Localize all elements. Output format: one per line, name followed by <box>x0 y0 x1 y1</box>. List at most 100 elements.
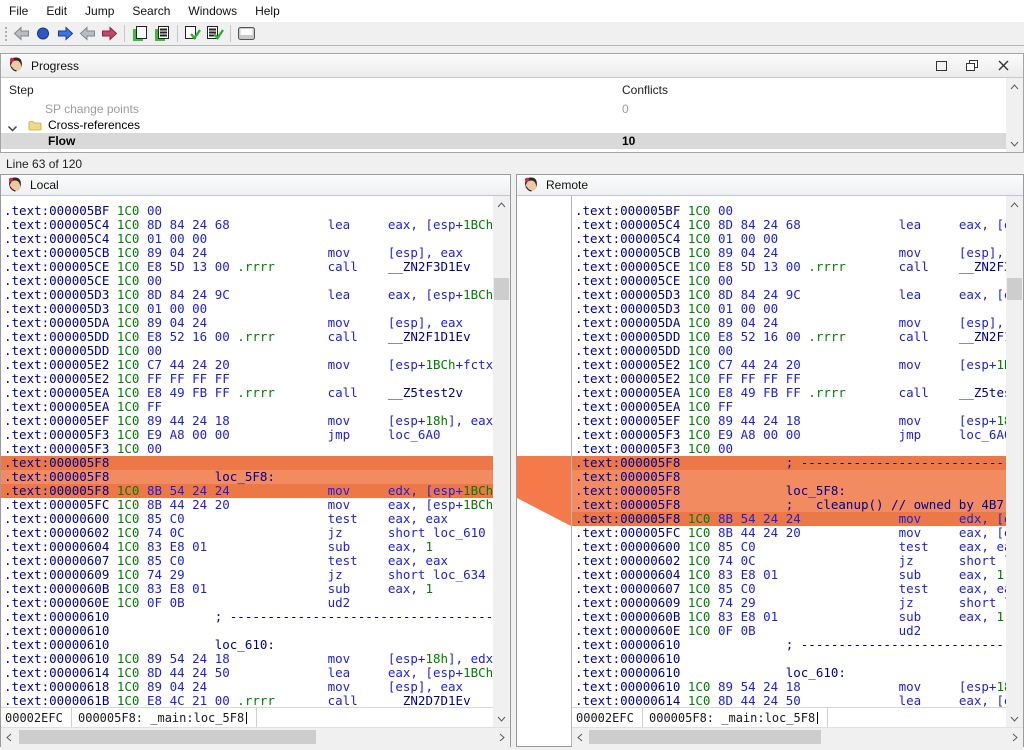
scroll-down-icon[interactable] <box>1006 711 1023 726</box>
menu-help[interactable]: Help <box>246 1 289 21</box>
menu-jump[interactable]: Jump <box>76 1 123 21</box>
forward-arrow-icon[interactable] <box>54 24 76 44</box>
progress-scrollbar[interactable] <box>1006 78 1023 152</box>
asm-line[interactable]: .text:000005EA 1C0 E8 49 FB FF .rrrr cal… <box>1 386 493 400</box>
asm-line[interactable]: .text:000005D3 1C0 01 00 00 <box>1 302 493 316</box>
asm-line[interactable]: .text:000005FC 1C0 8B 44 24 20 mov eax, … <box>1 498 493 512</box>
scroll-up-icon[interactable] <box>1006 79 1023 94</box>
scrollbar-thumb[interactable] <box>19 730 316 744</box>
asm-line[interactable]: .text:000005D3 1C0 01 00 00 <box>572 302 1006 316</box>
apply-all-icon[interactable] <box>204 24 226 44</box>
asm-line[interactable]: .text:0000060E 1C0 0F 0B ud2 <box>572 624 1006 638</box>
asm-line[interactable]: .text:000005CE 1C0 00 <box>572 274 1006 288</box>
remote-disassembly-listing[interactable]: .text:000005BF 1C0 00.text:000005C4 1C0 … <box>572 196 1006 715</box>
asm-line[interactable]: .text:00000610 ; -----------------------… <box>1 610 493 624</box>
asm-line[interactable]: .text:000005C4 1C0 01 00 00 <box>1 232 493 246</box>
asm-line[interactable]: .text:00000600 1C0 85 C0 test eax, eax <box>1 512 493 526</box>
asm-line[interactable]: .text:000005DD 1C0 E8 52 16 00 .rrrr cal… <box>572 330 1006 344</box>
asm-line[interactable]: .text:000005F3 1C0 00 <box>572 442 1006 456</box>
asm-line[interactable]: .text:000005D3 1C0 8D 84 24 9C lea eax, … <box>572 288 1006 302</box>
asm-line[interactable]: .text:000005EA 1C0 FF <box>572 400 1006 414</box>
remote-titlebar[interactable]: Remote <box>517 175 1023 196</box>
scroll-right-icon[interactable] <box>1007 728 1023 746</box>
asm-line[interactable]: .text:000005F8 <box>572 470 1006 484</box>
local-vertical-scrollbar[interactable] <box>493 196 510 727</box>
asm-line[interactable]: .text:0000060E 1C0 0F 0B ud2 <box>1 596 493 610</box>
asm-line[interactable]: .text:000005CE 1C0 E8 5D 13 00 .rrrr cal… <box>572 260 1006 274</box>
asm-line[interactable]: .text:000005DA 1C0 89 04 24 mov [esp], e… <box>1 316 493 330</box>
asm-line[interactable]: .text:00000609 1C0 74 29 jz short loc_63… <box>572 596 1006 610</box>
asm-line[interactable]: .text:00000614 1C0 8D 44 24 50 lea eax, … <box>572 694 1006 708</box>
previous-difference-icon[interactable] <box>76 24 98 44</box>
asm-line[interactable]: .text:000005E2 1C0 FF FF FF FF <box>1 372 493 386</box>
next-difference-icon[interactable] <box>98 24 120 44</box>
scroll-up-icon[interactable] <box>493 197 510 212</box>
scroll-left-icon[interactable] <box>1 728 17 746</box>
close-button[interactable] <box>996 59 1010 73</box>
asm-line[interactable]: .text:00000607 1C0 85 C0 test eax, eax <box>1 554 493 568</box>
progress-row-flow[interactable]: Flow10 <box>1 133 1006 149</box>
display-view-icon[interactable] <box>235 24 257 44</box>
asm-line[interactable]: .text:00000610 ; -----------------------… <box>572 638 1006 652</box>
remote-vertical-scrollbar[interactable] <box>1006 196 1023 727</box>
asm-line[interactable]: .text:00000604 1C0 83 E8 01 sub eax, 1 <box>1 540 493 554</box>
asm-line[interactable]: .text:00000610 <box>1 624 493 638</box>
local-titlebar[interactable]: Local <box>1 175 510 196</box>
scrollbar-thumb[interactable] <box>589 730 821 744</box>
scrollbar-thumb[interactable] <box>1007 278 1022 300</box>
asm-line[interactable]: .text:000005FC 1C0 8B 44 24 20 mov eax, … <box>572 526 1006 540</box>
copy-all-icon[interactable] <box>151 24 173 44</box>
progress-row-sp-change-points[interactable]: SP change points0 <box>1 101 1023 117</box>
asm-line[interactable]: .text:000005EF 1C0 89 44 24 18 mov [esp+… <box>1 414 493 428</box>
asm-line[interactable]: .text:000005DA 1C0 89 04 24 mov [esp], e… <box>572 316 1006 330</box>
asm-line[interactable]: .text:00000610 loc_610: <box>572 666 1006 680</box>
asm-line[interactable]: .text:000005F8 ; -----------------------… <box>572 456 1006 470</box>
restore-button[interactable] <box>965 59 979 73</box>
asm-line[interactable]: .text:000005C4 1C0 8D 84 24 68 lea eax, … <box>1 218 493 232</box>
asm-line[interactable]: .text:00000609 1C0 74 29 jz short loc_63… <box>1 568 493 582</box>
asm-line[interactable]: .text:000005DD 1C0 00 <box>1 344 493 358</box>
maximize-button[interactable] <box>934 59 948 73</box>
asm-line[interactable]: .text:000005D3 1C0 8D 84 24 9C lea eax, … <box>1 288 493 302</box>
asm-line[interactable]: .text:000005E2 1C0 C7 44 24 20 mov [esp+… <box>1 358 493 372</box>
asm-line[interactable]: .text:000005EA 1C0 FF <box>1 400 493 414</box>
asm-line[interactable]: .text:00000607 1C0 85 C0 test eax, eax <box>572 582 1006 596</box>
asm-line[interactable]: .text:00000610 <box>572 652 1006 666</box>
asm-line[interactable]: .text:000005BF 1C0 00 <box>572 204 1006 218</box>
asm-line[interactable]: .text:00000610 1C0 89 54 24 18 mov [esp+… <box>1 652 493 666</box>
asm-line[interactable]: .text:00000600 1C0 85 C0 test eax, eax <box>572 540 1006 554</box>
asm-line[interactable]: .text:000005CE 1C0 E8 5D 13 00 .rrrr cal… <box>1 260 493 274</box>
asm-line[interactable]: .text:00000602 1C0 74 0C jz short loc_61… <box>572 554 1006 568</box>
asm-line[interactable]: .text:0000060B 1C0 83 E8 01 sub eax, 1 <box>1 582 493 596</box>
asm-line[interactable]: .text:00000604 1C0 83 E8 01 sub eax, 1 <box>572 568 1006 582</box>
asm-line[interactable]: .text:000005F3 1C0 00 <box>1 442 493 456</box>
menu-search[interactable]: Search <box>123 1 179 21</box>
asm-line[interactable]: .text:000005F8 ; cleanup() // owned by 4… <box>572 498 1006 512</box>
asm-line[interactable]: .text:0000061B 1C0 E8 4C 21 00 .rrrr cal… <box>1 694 493 708</box>
asm-line[interactable]: .text:000005F8 1C0 8B 54 24 24 mov edx, … <box>572 512 1006 526</box>
scroll-down-icon[interactable] <box>493 711 510 726</box>
asm-line[interactable]: .text:00000614 1C0 8D 44 24 50 lea eax, … <box>1 666 493 680</box>
progress-row-cross-references[interactable]: Cross-references <box>1 117 1023 133</box>
asm-line[interactable]: .text:00000618 1C0 89 04 24 mov [esp], e… <box>1 680 493 694</box>
asm-line[interactable]: .text:000005F8 loc_5F8: <box>572 484 1006 498</box>
copy-block-icon[interactable] <box>129 24 151 44</box>
scroll-up-icon[interactable] <box>1006 197 1023 212</box>
back-arrow-icon[interactable] <box>10 24 32 44</box>
scrollbar-thumb[interactable] <box>494 278 509 300</box>
menu-edit[interactable]: Edit <box>37 1 76 21</box>
asm-line[interactable]: .text:000005F8 <box>1 456 493 470</box>
asm-line[interactable]: .text:000005CB 1C0 89 04 24 mov [esp], e… <box>1 246 493 260</box>
asm-line[interactable]: .text:00000610 loc_610: <box>1 638 493 652</box>
asm-line[interactable]: .text:0000060B 1C0 83 E8 01 sub eax, 1 <box>572 610 1006 624</box>
asm-line[interactable]: .text:000005BF 1C0 00 <box>1 204 493 218</box>
asm-line[interactable]: .text:000005E2 1C0 C7 44 24 20 mov [esp+… <box>572 358 1006 372</box>
scroll-left-icon[interactable] <box>572 728 588 746</box>
menu-windows[interactable]: Windows <box>179 1 246 21</box>
menu-file[interactable]: File <box>0 1 37 21</box>
asm-line[interactable]: .text:00000602 1C0 74 0C jz short loc_61… <box>1 526 493 540</box>
asm-line[interactable]: .text:000005C4 1C0 8D 84 24 68 lea eax, … <box>572 218 1006 232</box>
apply-block-icon[interactable] <box>182 24 204 44</box>
remote-horizontal-scrollbar[interactable] <box>572 727 1023 747</box>
asm-line[interactable]: .text:000005DD 1C0 E8 52 16 00 .rrrr cal… <box>1 330 493 344</box>
